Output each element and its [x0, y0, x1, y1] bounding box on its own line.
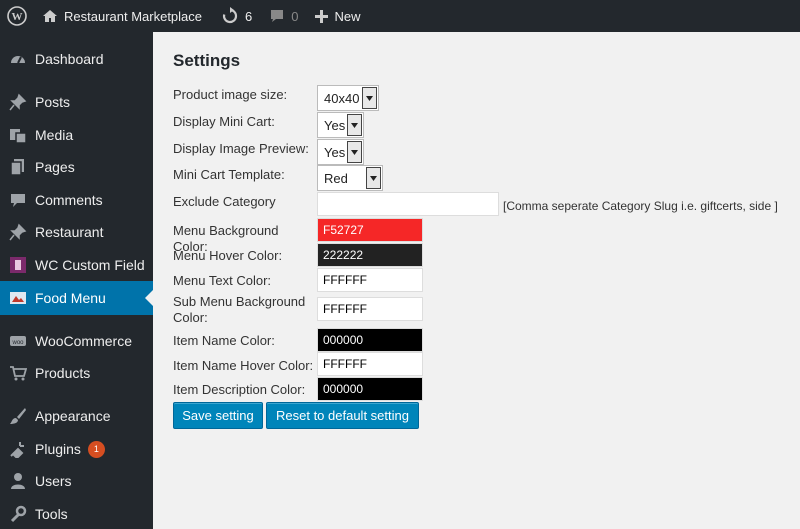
sidebar-item-label: Products [35, 365, 91, 381]
select-value: Yes [324, 144, 346, 160]
page-title: Settings [173, 51, 241, 70]
site-name-link[interactable]: Restaurant Marketplace [34, 0, 209, 32]
updates-count: 6 [245, 8, 253, 24]
media-icon [8, 125, 28, 145]
chevron-down-icon [366, 167, 381, 189]
cart-icon [8, 363, 28, 383]
product-image-size-label: Product image size: [173, 87, 288, 102]
sidebar-item-label: Tools [35, 506, 68, 522]
svg-text:woo: woo [11, 340, 24, 346]
exclude-category-label: Exclude Category [173, 194, 276, 209]
item-desc-color-input[interactable]: 000000 [317, 377, 423, 401]
chevron-down-icon [347, 114, 362, 136]
pages-icon [8, 157, 28, 177]
sidebar-item-appearance[interactable]: Appearance [0, 399, 153, 433]
wordpress-icon: W [7, 6, 27, 26]
sidebar-item-woocommerce[interactable]: woo WooCommerce [0, 324, 153, 358]
select-value: Yes [324, 117, 346, 133]
select-value: Red [324, 170, 348, 186]
users-icon [8, 471, 28, 491]
sidebar-item-food-menu[interactable]: Food Menu [0, 281, 153, 315]
admin-sidebar: Dashboard Posts Media Pages Comments Res… [0, 32, 153, 529]
wordpress-logo-button[interactable]: W [0, 0, 34, 32]
comment-bubble-icon [271, 10, 284, 22]
sub-menu-bg-color-label: Sub Menu Background Color: [173, 294, 306, 325]
plugins-icon [8, 439, 28, 459]
item-desc-color-label: Item Description Color: [173, 382, 306, 397]
sidebar-item-posts[interactable]: Posts [0, 85, 153, 119]
sidebar-item-label: Plugins [35, 441, 81, 457]
sidebar-item-label: Posts [35, 94, 71, 110]
display-image-preview-label: Display Image Preview: [173, 141, 309, 156]
comments-link[interactable]: 0 [259, 0, 305, 32]
display-mini-cart-label: Display Mini Cart: [173, 114, 275, 129]
sidebar-item-comments[interactable]: Comments [0, 183, 153, 217]
sidebar-item-pages[interactable]: Pages [0, 150, 153, 184]
product-image-size-select[interactable]: 40x40 [317, 85, 379, 111]
sidebar-item-label: Comments [35, 192, 103, 208]
sidebar-item-products[interactable]: Products [0, 356, 153, 390]
sub-menu-bg-color-input[interactable]: FFFFFF [317, 297, 423, 321]
sidebar-item-label: Media [35, 127, 74, 143]
new-content-link[interactable]: New [305, 0, 367, 32]
display-mini-cart-select[interactable]: Yes [317, 112, 364, 138]
brush-icon [8, 406, 28, 426]
sidebar-item-label: Appearance [35, 408, 111, 424]
home-icon [43, 10, 57, 22]
svg-text:W: W [12, 11, 23, 23]
sidebar-item-restaurant[interactable]: Restaurant [0, 215, 153, 249]
item-name-hover-color-label: Item Name Hover Color: [173, 358, 314, 373]
updates-link[interactable]: 6 [209, 0, 259, 32]
comments-icon [8, 190, 28, 210]
sidebar-item-media[interactable]: Media [0, 118, 153, 152]
sidebar-item-label: Dashboard [35, 51, 104, 67]
sidebar-item-label: Restaurant [35, 224, 104, 240]
sidebar-item-label: Food Menu [35, 290, 106, 306]
exclude-category-input[interactable] [317, 192, 499, 216]
sidebar-item-wc-custom-field[interactable]: WC Custom Field [0, 248, 153, 282]
sidebar-item-label: Pages [35, 159, 75, 175]
refresh-icon [222, 7, 238, 24]
comments-count: 0 [291, 8, 299, 24]
chevron-down-icon [347, 141, 362, 163]
reset-default-button[interactable]: Reset to default setting [266, 402, 419, 429]
chevron-down-icon [362, 87, 377, 109]
mini-cart-template-label: Mini Cart Template: [173, 167, 285, 182]
menu-hover-color-input[interactable]: 222222 [317, 243, 423, 267]
pin-icon [8, 222, 28, 242]
sidebar-item-label: WooCommerce [35, 333, 132, 349]
sidebar-item-dashboard[interactable]: Dashboard [0, 42, 153, 76]
menu-text-color-label: Menu Text Color: [173, 273, 272, 288]
plus-icon [315, 9, 329, 23]
dashboard-icon [8, 49, 28, 69]
menu-hover-color-label: Menu Hover Color: [173, 248, 283, 263]
menu-text-color-input[interactable]: FFFFFF [317, 268, 423, 292]
sidebar-item-label: Users [35, 473, 72, 489]
exclude-category-hint: [Comma seperate Category Slug i.e. giftc… [503, 199, 778, 213]
sidebar-item-tools[interactable]: Tools [0, 497, 153, 529]
item-name-hover-color-input[interactable]: FFFFFF [317, 352, 423, 376]
sidebar-item-plugins[interactable]: Plugins 1 [0, 432, 153, 466]
site-name: Restaurant Marketplace [64, 8, 203, 24]
plugin-logo-icon [8, 255, 28, 275]
plugins-update-badge: 1 [87, 440, 105, 458]
save-setting-button[interactable]: Save setting [173, 402, 263, 429]
woocommerce-icon: woo [8, 331, 28, 351]
wrench-icon [8, 504, 28, 524]
food-menu-icon [8, 288, 28, 308]
item-name-color-input[interactable]: 000000 [317, 328, 423, 352]
admin-bar: W Restaurant Marketplace 6 0 New [0, 0, 800, 32]
mini-cart-template-select[interactable]: Red [317, 165, 383, 191]
settings-content: Settings Product image size: 40x40 Displ… [153, 32, 800, 529]
pin-icon [8, 92, 28, 112]
new-label: New [334, 8, 361, 24]
menu-bg-color-input[interactable]: F52727 [317, 218, 423, 242]
select-value: 40x40 [324, 90, 360, 106]
sidebar-item-users[interactable]: Users [0, 464, 153, 498]
display-image-preview-select[interactable]: Yes [317, 139, 364, 165]
sidebar-item-label: WC Custom Field [35, 257, 145, 273]
item-name-color-label: Item Name Color: [173, 333, 275, 348]
